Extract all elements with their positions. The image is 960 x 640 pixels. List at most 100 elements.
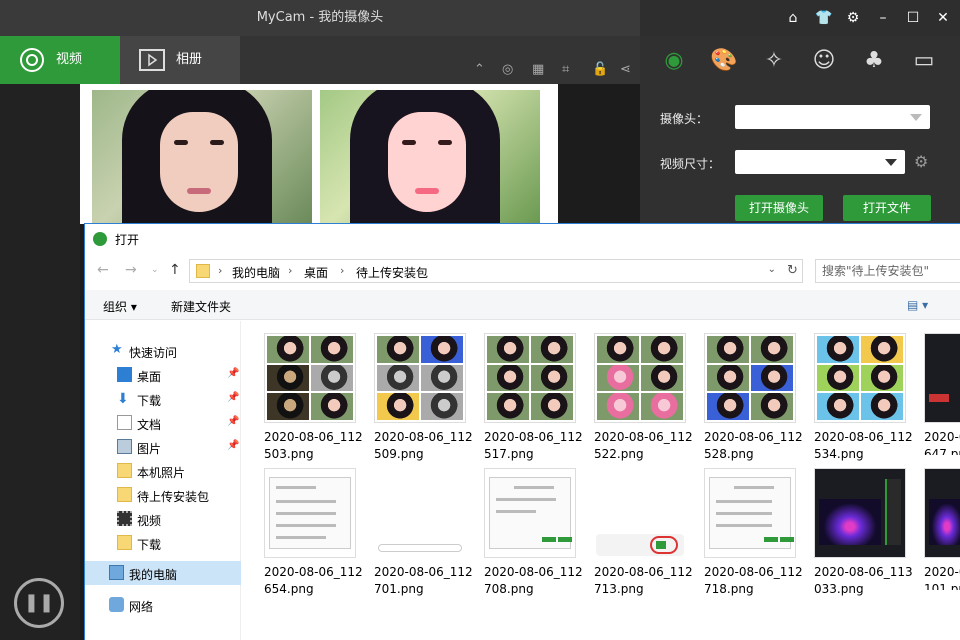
sidebar-item-desktop[interactable]: 桌面 📌 (85, 363, 241, 387)
pin-icon: 📌 (227, 392, 240, 403)
download-arrow-icon: ⬇ (117, 391, 129, 407)
file-item[interactable]: 2020-08-06_112528.png (682, 325, 803, 461)
mask-icon[interactable]: ☺ (808, 46, 840, 76)
dialog-titlebar: 打开 (85, 224, 960, 254)
sidebar-item-this-pc[interactable]: 我的电脑 (85, 561, 241, 585)
breadcrumb-item[interactable]: 我的电脑 (232, 264, 280, 281)
file-thumbnail (484, 468, 576, 558)
file-item[interactable]: 2020-08-06_112718.png (682, 460, 803, 596)
sidebar-item-pictures[interactable]: 图片 📌 (85, 435, 241, 459)
refresh-icon[interactable]: ↻ (783, 259, 803, 283)
skin-icon[interactable]: 👕 (815, 10, 832, 26)
computer-icon (109, 565, 124, 580)
file-thumbnail (374, 468, 466, 558)
window-title: MyCam - 我的摄像头 (0, 0, 640, 36)
sidebar-item-label: 视频 (137, 514, 162, 528)
address-bar[interactable]: › 我的电脑 › 桌面 › 待上传安装包 ⌄ (189, 259, 803, 283)
desktop-icon (117, 367, 132, 382)
file-item[interactable]: 2020-08-06_112647.png (902, 325, 960, 455)
share-icon[interactable]: ⋖ (620, 62, 631, 77)
folder-icon (196, 264, 210, 278)
tab-video[interactable]: 视频 (0, 36, 120, 84)
video-size-select[interactable] (735, 150, 905, 174)
file-thumbnail (814, 333, 906, 423)
pin-icon: 📌 (227, 416, 240, 427)
sidebar-item-downloads[interactable]: ⬇ 下载 📌 (85, 387, 241, 411)
breadcrumb-item[interactable]: 桌面 (304, 264, 328, 281)
forward-arrow-icon[interactable]: → (125, 262, 137, 278)
sidebar-item-quick-access[interactable]: ★ 快速访问 (85, 339, 241, 363)
qrcode-icon[interactable]: ▦ (532, 62, 544, 77)
sidebar-item-label: 我的电脑 (129, 568, 178, 582)
back-arrow-icon[interactable]: ← (97, 262, 109, 278)
open-file-button[interactable]: 打开文件 (843, 195, 931, 221)
new-folder-button[interactable]: 新建文件夹 (171, 298, 231, 315)
close-icon[interactable]: ✕ (935, 10, 951, 26)
file-item[interactable]: 2020-08-06_112713.png (572, 460, 693, 596)
file-thumbnail (484, 333, 576, 423)
breadcrumb-separator: › (288, 264, 293, 277)
camera-select[interactable] (735, 105, 930, 129)
file-thumbnail (594, 333, 686, 423)
file-item[interactable]: 2020-08-06_112534.png (792, 325, 913, 461)
gear-icon[interactable]: ⚙ (914, 152, 928, 171)
file-item[interactable]: 2020-08-06_113033.png (792, 460, 913, 596)
palette-icon[interactable]: 🎨 (708, 46, 740, 76)
star-icon: ★ (111, 342, 123, 357)
open-camera-button[interactable]: 打开摄像头 (735, 195, 823, 221)
gear-icon[interactable]: ⚙ (845, 10, 861, 26)
up-arrow-icon[interactable]: ↑ (169, 262, 181, 278)
file-item[interactable]: 2020-08-06_112522.png (572, 325, 693, 461)
search-input[interactable]: 搜索"待上传安装包" (815, 259, 960, 283)
sidebar-item-network[interactable]: 网络 (85, 593, 241, 617)
lock-icon[interactable]: 🔓 (592, 62, 608, 77)
sidebar-item-videos[interactable]: 视频 (85, 507, 241, 531)
organize-button[interactable]: 组织 ▾ (103, 298, 137, 315)
sidebar-item-local-photos[interactable]: 本机照片 (85, 459, 241, 483)
file-item[interactable]: 2020-08-06_112503.png (242, 325, 363, 461)
sidebar-item-label: 快速访问 (129, 346, 178, 360)
webcam-icon[interactable]: ◉ (658, 46, 690, 76)
left-strip (0, 84, 80, 640)
pause-button[interactable]: ❚❚ (14, 578, 64, 628)
chevron-down-icon (885, 159, 897, 166)
recent-dropdown-icon[interactable]: ⌄ (151, 265, 159, 275)
maximize-icon[interactable]: ☐ (905, 10, 921, 26)
command-bar: 组织 ▾ 新建文件夹 ▤ ▾ (85, 290, 960, 320)
file-item[interactable]: 2020-08-06_112708.png (462, 460, 583, 596)
crop-icon[interactable]: ⌗ (562, 62, 569, 77)
frame-icon[interactable]: ▭ (908, 46, 940, 76)
chevron-down-icon[interactable]: ⌄ (768, 264, 776, 275)
file-item[interactable]: 2020-08-06_112509.png (352, 325, 473, 461)
settings-panel: ◉ 🎨 ✧ ☺ ♣ ▭ 摄像头： 视频尺寸： ⚙ 打开摄像头 打开文件 (640, 36, 960, 226)
magic-wand-icon[interactable]: ✧ (758, 46, 790, 76)
sidebar-item-label: 下载 (137, 394, 162, 408)
collapse-icon[interactable]: ⌃ (474, 62, 485, 77)
sidebar-item-label: 待上传安装包 (137, 490, 210, 504)
broadcast-icon[interactable]: ◎ (502, 62, 513, 77)
camera-preview (80, 84, 558, 224)
clover-icon[interactable]: ♣ (858, 46, 890, 76)
file-thumbnail (814, 468, 906, 558)
sidebar-item-documents[interactable]: 文档 📌 (85, 411, 241, 435)
minimize-icon[interactable]: – (875, 10, 891, 26)
main-tabs: 视频 相册 ⌃ ◎ ▦ ⌗ 🔓 ⋖ (0, 36, 640, 84)
file-item[interactable]: 2020-08-06_112517.png (462, 325, 583, 461)
sidebar-item-label: 文档 (137, 418, 162, 432)
folder-icon (117, 487, 132, 502)
file-item[interactable]: 2020-08-06_112701.png (352, 460, 473, 596)
tab-album[interactable]: 相册 (120, 36, 240, 84)
file-thumbnail (704, 468, 796, 558)
file-item[interactable]: 2020-08-06_113101.png (902, 460, 960, 590)
file-name: 2020-08-06_112647.png (924, 430, 960, 455)
breadcrumb-separator: › (340, 264, 345, 277)
watermark-url: www.xiazaiba.com (854, 628, 938, 638)
breadcrumb-item[interactable]: 待上传安装包 (356, 264, 428, 281)
app-icon (93, 232, 107, 246)
file-thumbnail (924, 333, 960, 423)
view-icon[interactable]: ▤ ▾ (907, 298, 928, 312)
file-item[interactable]: 2020-08-06_112654.png (242, 460, 363, 596)
home-icon[interactable]: ⌂ (785, 10, 801, 26)
sidebar-item-downloads-folder[interactable]: 下载 (85, 531, 241, 555)
sidebar-item-upload-packages[interactable]: 待上传安装包 (85, 483, 241, 507)
